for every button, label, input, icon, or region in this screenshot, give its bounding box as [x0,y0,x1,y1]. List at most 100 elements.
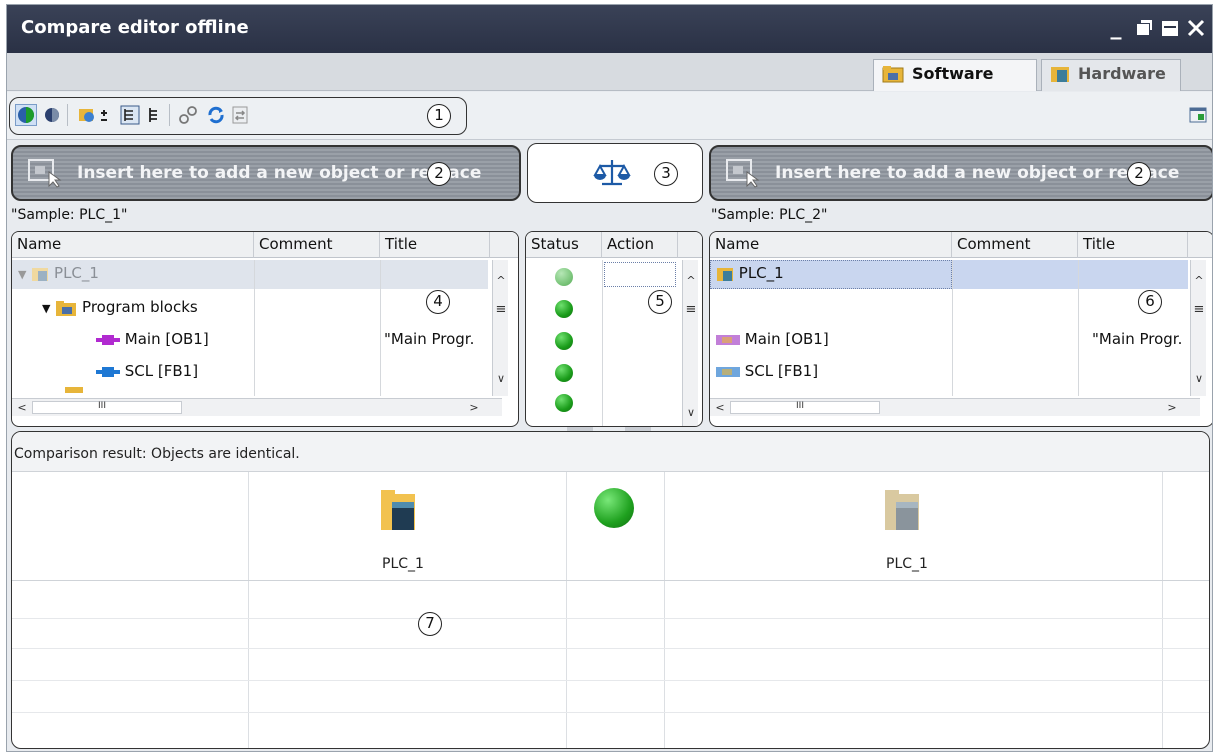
toolbar-separator [169,104,170,126]
ob-block-icon [96,333,120,347]
synchronize-icon[interactable] [229,104,251,126]
scroll-down-icon[interactable]: ∨ [683,406,699,419]
tab-hardware[interactable]: Hardware [1041,59,1181,91]
status-identical-icon [555,300,573,318]
status-identical-large-icon [594,488,634,528]
column-header-name[interactable]: Name [710,232,952,258]
horizontal-scrollbar[interactable]: < III > [710,398,1200,416]
column-header-title[interactable]: Title [1078,232,1188,258]
column-header-empty [490,232,518,258]
callout-number: 4 [426,290,450,314]
window-title: Compare editor offline [21,17,249,38]
scroll-up-icon[interactable]: ^ [683,274,699,287]
scroll-left-icon[interactable]: < [714,401,726,414]
show-identical-icon[interactable] [41,104,63,126]
show-differences-icon[interactable] [15,104,37,126]
row-name: Main [OB1] [124,330,209,348]
layout-settings-icon[interactable] [1187,104,1209,126]
row-title: "Main Progr. [384,330,475,348]
plc-device-large-icon [380,488,416,532]
left-object-tree: Name Comment Title ▼ PLC_1 ▼ Program blo… [11,231,519,427]
vertical-scrollbar[interactable]: ^ ≡ ∨ [492,260,508,396]
scroll-down-icon[interactable]: ∨ [1191,372,1207,385]
collapse-tree-icon[interactable] [143,104,165,126]
grid-divider [566,472,567,748]
scroll-up-icon[interactable]: ^ [493,274,509,287]
horizontal-scrollbar[interactable]: < III > [12,398,502,416]
plc-device-large-icon-grey [884,488,920,532]
tab-software-label: Software [912,64,994,83]
collapse-arrow-icon[interactable]: ▼ [42,302,50,315]
filter-view-icon[interactable] [77,104,111,126]
compare-scales-icon[interactable] [592,158,632,188]
table-row-selected-rest [952,260,1188,289]
scroll-grip-icon[interactable]: ≡ [683,302,699,317]
table-row[interactable]: SCL [FB1] [716,362,818,380]
column-divider [254,260,255,396]
expand-tree-icon[interactable] [119,104,141,126]
fb-block-icon [96,365,120,379]
callout-number: 5 [648,290,672,314]
table-row[interactable]: Main [OB1] [96,330,209,348]
scroll-grip-icon[interactable]: ≡ [1191,302,1207,317]
column-header-empty [1188,232,1212,258]
comparison-result-panel: Comparison result: Objects are identical… [11,431,1210,749]
table-row[interactable]: Main [OB1] [716,330,829,348]
column-header-status[interactable]: Status [526,232,602,258]
left-insert-text: Insert here to add a new object or repla… [77,163,482,183]
tab-hardware-label: Hardware [1078,64,1166,83]
table-row[interactable]: ▼ PLC_1 [18,264,99,282]
right-object-tree: Name Comment Title PLC_1 Main [OB1] "Mai… [709,231,1212,427]
grid-divider [248,472,249,748]
vertical-scrollbar[interactable]: ^ ≡ ∨ [682,260,699,426]
ob-block-icon [716,333,740,347]
title-bar: Compare editor offline _ [7,5,1212,53]
refresh-icon[interactable] [205,104,227,126]
right-sample-label: "Sample: PLC_2" [711,207,828,223]
status-identical-icon [555,268,573,286]
partial-folder-icon [64,387,86,393]
plc-device-icon [31,266,49,282]
maximize-icon[interactable] [1157,15,1183,41]
tab-strip: Software Hardware [7,53,1212,91]
right-object-name: PLC_1 [886,556,928,572]
scroll-right-icon[interactable]: > [1166,401,1178,414]
column-header-comment[interactable]: Comment [952,232,1078,258]
scroll-down-icon[interactable]: ∨ [493,372,509,385]
grid-divider [12,618,1209,619]
row-name: PLC_1 [54,264,99,282]
scroll-grip-icon[interactable]: ≡ [493,302,509,317]
vertical-scrollbar[interactable]: ^ ≡ ∨ [1190,260,1206,396]
scroll-up-icon[interactable]: ^ [1191,274,1207,287]
column-header-name[interactable]: Name [12,232,254,258]
status-action-grid: Status Action ^ ≡ ∨ 5 [525,231,703,427]
hardware-device-icon [1050,64,1070,84]
minimize-icon[interactable]: _ [1103,15,1129,41]
close-icon[interactable] [1183,15,1209,41]
insert-object-icon [27,158,65,188]
table-row[interactable]: ▼ Program blocks [42,298,198,317]
column-header-action[interactable]: Action [602,232,678,258]
status-identical-icon [555,394,573,412]
callout-number: 3 [654,162,678,186]
column-divider [1078,260,1079,396]
table-row[interactable]: PLC_1 [716,264,784,282]
float-window-icon[interactable] [1131,15,1157,41]
detailed-compare-icon[interactable] [177,104,199,126]
grid-divider [664,472,665,748]
callout-number: 2 [427,162,451,186]
callout-number: 1 [427,104,451,128]
column-divider [380,260,381,396]
table-row[interactable]: SCL [FB1] [96,362,198,380]
collapse-arrow-icon[interactable]: ▼ [18,268,26,281]
column-header-title[interactable]: Title [380,232,490,258]
scroll-left-icon[interactable]: < [16,401,28,414]
column-header-comment[interactable]: Comment [254,232,380,258]
compare-editor-window: Compare editor offline _ Software Hardwa… [6,4,1213,752]
scroll-thumb-grip: III [796,401,804,411]
tab-software[interactable]: Software [873,59,1037,91]
grid-divider [1162,472,1163,748]
scroll-right-icon[interactable]: > [468,401,480,414]
action-cell-focused[interactable] [604,262,676,287]
comparison-result-message: Comparison result: Objects are identical… [14,446,300,462]
